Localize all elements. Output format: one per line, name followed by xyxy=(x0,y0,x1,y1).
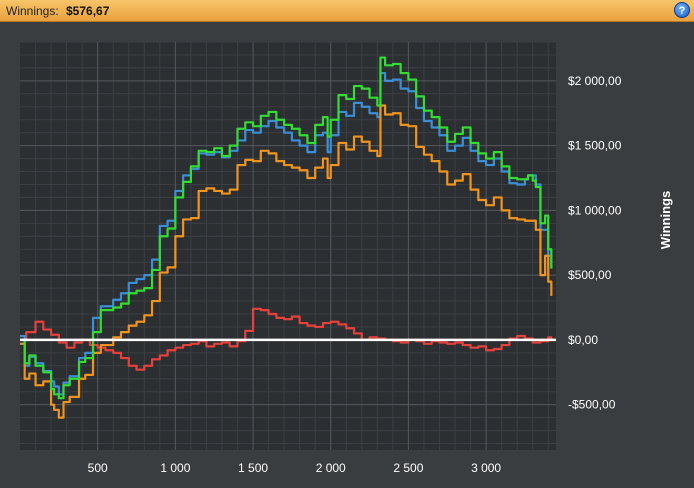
y-axis-ticks: $2 000,00 $1 500,00 $1 000,00 $500,00 $0,00 -… xyxy=(568,74,622,412)
x-tick-label: 2 500 xyxy=(393,461,423,475)
help-icon[interactable]: ? xyxy=(674,2,690,18)
x-tick-label: 3 000 xyxy=(471,461,501,475)
header-bar: Winnings: $576,67 ? xyxy=(0,0,694,22)
y-tick-label: $1 500,00 xyxy=(568,139,622,153)
x-axis-ticks: 500 1 000 1 500 2 000 2 500 3 000 xyxy=(88,461,502,475)
x-tick-label: 500 xyxy=(88,461,108,475)
x-tick-label: 1 000 xyxy=(160,461,190,475)
y-tick-label: $1 000,00 xyxy=(568,203,622,217)
x-tick-label: 1 500 xyxy=(238,461,268,475)
y-axis-label: Winnings xyxy=(658,191,673,249)
x-tick-label: 2 000 xyxy=(316,461,346,475)
y-tick-label: -$500,00 xyxy=(568,398,616,412)
winnings-label: Winnings: xyxy=(6,4,59,18)
y-tick-label: $2 000,00 xyxy=(568,74,622,88)
winnings-value: $576,67 xyxy=(66,4,110,18)
plot-area xyxy=(20,42,556,450)
y-tick-label: $500,00 xyxy=(568,268,612,282)
winnings-chart: 500 1 000 1 500 2 000 2 500 3 000 $2 000,00 $1… xyxy=(20,41,673,475)
y-tick-label: $0,00 xyxy=(568,333,598,347)
